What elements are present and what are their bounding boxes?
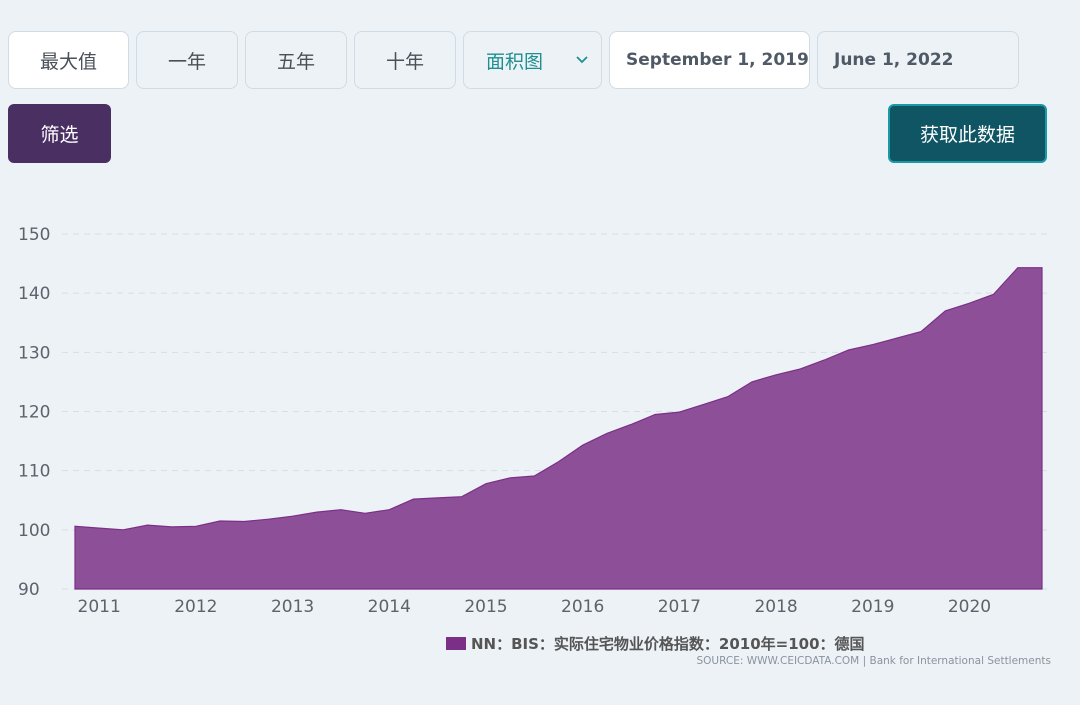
source-note: SOURCE: WWW.CEICDATA.COM | Bank for Inte… — [696, 655, 1051, 667]
y-axis: 90 100 110 120 130 140 150 — [18, 225, 50, 600]
x-tick-label: 2015 — [464, 597, 507, 617]
y-tick-label: 130 — [18, 343, 50, 363]
source-prefix: SOURCE: WWW.CEICDATA.COM — [696, 655, 860, 667]
range-max-button[interactable]: 最大值 — [8, 31, 129, 89]
area-chart: 90100110120130140150 2011 2012 2013 2014 201… — [18, 225, 1052, 617]
x-tick-label: 2013 — [271, 597, 314, 617]
y-tick-label: 140 — [18, 284, 50, 304]
y-tick-label: 120 — [18, 403, 50, 423]
x-tick-label: 2019 — [851, 597, 894, 617]
x-tick-label: 2016 — [561, 597, 604, 617]
x-tick-label: 2020 — [948, 597, 991, 617]
y-tick-label: 100 — [18, 521, 50, 541]
start-date-field[interactable]: September 1, 2019 — [609, 31, 810, 89]
x-tick-label: 2011 — [78, 597, 121, 617]
filter-button[interactable]: 筛选 — [8, 104, 111, 163]
legend-label: NN：BIS：实际住宅物业价格指数：2010年=100：德国 — [471, 635, 865, 653]
range-5y-button[interactable]: 五年 — [245, 31, 347, 89]
get-data-button[interactable]: 获取此数据 — [888, 104, 1047, 163]
range-10y-button[interactable]: 十年 — [354, 31, 456, 89]
chart-type-label: 面积图 — [486, 50, 544, 73]
end-date-field[interactable]: June 1, 2022 — [817, 31, 1019, 89]
chevron-down-icon — [576, 56, 588, 64]
legend-swatch — [446, 637, 466, 650]
y-tick-label: 110 — [18, 462, 50, 482]
y-tick-label: 90 — [18, 580, 40, 600]
area-series — [74, 267, 1043, 590]
chart-type-select[interactable]: 面积图 — [463, 31, 602, 89]
legend[interactable]: NN：BIS：实际住宅物业价格指数：2010年=100：德国 — [446, 633, 865, 654]
x-tick-label: 2018 — [754, 597, 797, 617]
x-axis: 2011 2012 2013 2014 2015 2016 2017 2018 2019 2020 — [78, 597, 992, 617]
source-separator: | — [862, 655, 867, 667]
x-tick-label: 2017 — [658, 597, 701, 617]
source-org: Bank for International Settlements — [869, 655, 1051, 667]
y-tick-label: 150 — [18, 225, 50, 245]
x-tick-label: 2012 — [174, 597, 217, 617]
range-1y-button[interactable]: 一年 — [136, 31, 238, 89]
x-tick-label: 2014 — [368, 597, 411, 617]
area-fill — [74, 267, 1043, 590]
